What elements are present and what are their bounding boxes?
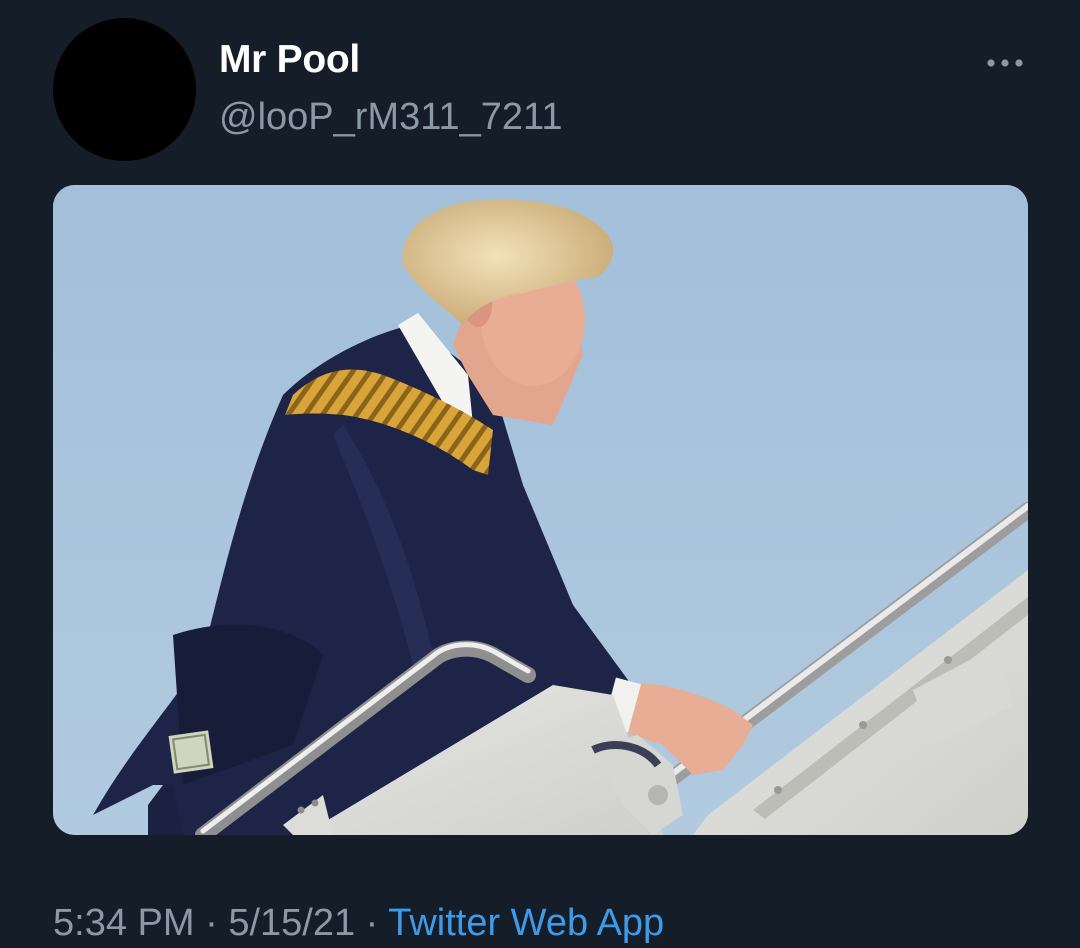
tweet-date[interactable]: 5/15/21 (228, 902, 355, 944)
avatar[interactable] (53, 18, 196, 161)
photo-content (53, 185, 1028, 835)
meta-separator: · (205, 902, 218, 944)
author-display-name[interactable]: Mr Pool (219, 38, 360, 82)
more-options-button[interactable] (978, 48, 1032, 78)
meta-separator: · (365, 902, 379, 944)
author-handle[interactable]: @looP_rM311_7211 (219, 96, 563, 139)
tweet-photo[interactable] (53, 185, 1028, 835)
tweet-time[interactable]: 5:34 PM (53, 902, 195, 944)
tweet-source-link[interactable]: Twitter Web App (388, 902, 664, 944)
tweet-card: Mr Pool @looP_rM311_7211 5:34 PM · 5/15/… (0, 0, 1080, 948)
tweet-timestamp-line: 5:34 PM · 5/15/21 · Twitter Web App (53, 902, 664, 945)
more-horizontal-icon (987, 59, 1023, 67)
